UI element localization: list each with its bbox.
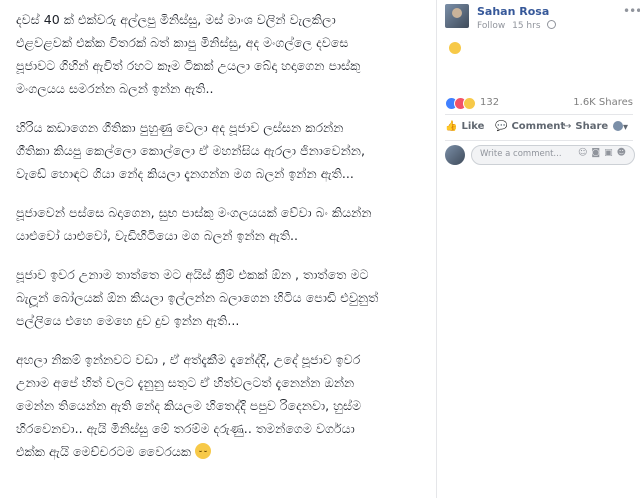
sad-face-emoji-icon bbox=[449, 42, 461, 54]
author-name[interactable]: Sahan Rosa bbox=[477, 5, 549, 18]
camera-icon[interactable]: ◙ bbox=[591, 148, 604, 158]
sad-reaction-icon bbox=[463, 97, 476, 110]
gif-icon[interactable]: ▣ bbox=[604, 148, 617, 158]
share-icon: ↪ bbox=[563, 121, 572, 132]
comment-placeholder: Write a comment... bbox=[480, 149, 562, 159]
comment-input[interactable]: Write a comment... ☺◙▣☻ bbox=[471, 145, 635, 165]
audience-avatar bbox=[613, 121, 623, 131]
comment-composer: Write a comment... ☺◙▣☻ bbox=[445, 145, 637, 165]
divider bbox=[445, 114, 633, 115]
post-paragraph-5: අහලා නිකම් ඉන්නවට වඩා , ඒ අත්දැකීම දැනේද… bbox=[16, 352, 362, 459]
share-count[interactable]: 1.6K Shares bbox=[573, 97, 633, 108]
comment-label: Comment bbox=[511, 121, 566, 132]
divider bbox=[445, 140, 633, 141]
post-paragraph-1: දවස් 40 ක් එක්වරු අල්ලපු මිනිස්සු, මස් ම… bbox=[16, 12, 361, 96]
sad-face-emoji-icon bbox=[195, 443, 212, 459]
chevron-down-icon: ▾ bbox=[623, 122, 629, 133]
share-button[interactable]: ↪ Share bbox=[563, 121, 608, 132]
comment-tools: ☺◙▣☻ bbox=[578, 148, 630, 158]
share-label: Share bbox=[575, 121, 609, 132]
post-paragraph-4: පූජාව ඉවර උනාම තාත්තෙ මට අයිස් ක්‍රීම් එ… bbox=[16, 267, 379, 328]
like-label: Like bbox=[461, 121, 485, 132]
sticker-icon[interactable]: ☻ bbox=[617, 148, 630, 158]
globe-icon bbox=[547, 20, 557, 29]
reaction-count: 132 bbox=[480, 97, 500, 108]
audience-selector[interactable]: ▾ bbox=[613, 121, 632, 133]
post-body: දවස් 40 ක් එක්වරු අල්ලපු මිනිස්සු, මස් ම… bbox=[16, 8, 428, 463]
comment-button[interactable]: 💬 Comment bbox=[495, 121, 565, 132]
action-bar: 👍 Like 💬 Comment ↪ Share ▾ bbox=[445, 121, 637, 137]
thumbs-up-icon: 👍 bbox=[445, 121, 458, 132]
post-paragraph-3: පූජාවෙන් පස්සෙ බදාගෙන, සුභ පාස්කු මංගලයය… bbox=[16, 205, 372, 243]
more-icon[interactable]: ••• bbox=[623, 4, 640, 18]
author-avatar[interactable] bbox=[445, 4, 469, 28]
comment-icon: 💬 bbox=[495, 121, 508, 132]
post-paragraph-2: හිරිය කඩාගෙන ගීතිකා පුහුණු වෙලා අද පූජාව… bbox=[16, 120, 366, 181]
like-button[interactable]: 👍 Like bbox=[445, 121, 484, 132]
emoji-picker-icon[interactable]: ☺ bbox=[578, 148, 591, 158]
post-time[interactable]: 15 hrs bbox=[512, 21, 540, 31]
commenter-avatar bbox=[445, 145, 465, 165]
author-meta: Follow 15 hrs bbox=[477, 20, 560, 31]
post-paragraph-5-wrap: අහලා නිකම් ඉන්නවට වඩා , ඒ අත්දැකීම දැනේද… bbox=[16, 348, 428, 463]
follow-link[interactable]: Follow bbox=[477, 21, 505, 31]
post-sidebar: Sahan Rosa Follow 15 hrs ••• 132 1.6K Sh… bbox=[436, 0, 640, 498]
